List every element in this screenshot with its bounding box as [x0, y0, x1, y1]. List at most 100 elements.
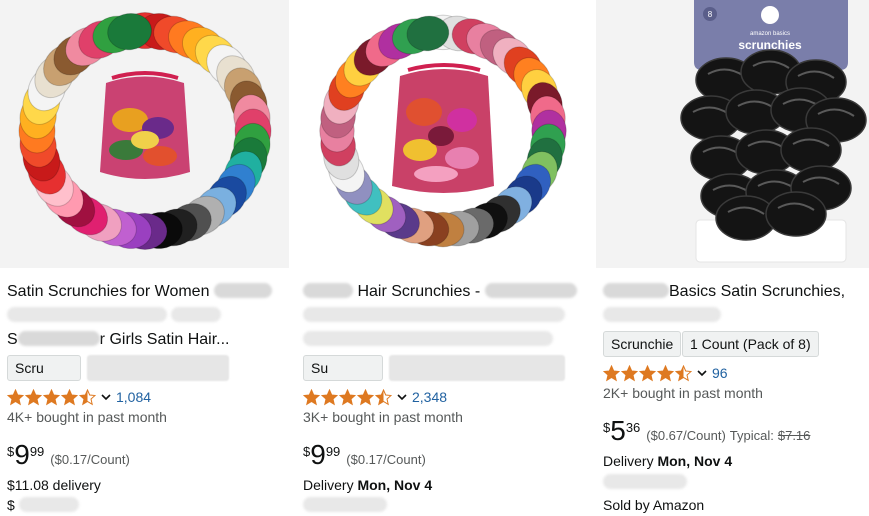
rating-row[interactable]: 96: [603, 363, 728, 383]
chevron-down-icon[interactable]: [696, 367, 708, 379]
review-count-link[interactable]: 1,084: [116, 389, 151, 405]
rating-row[interactable]: 2,348: [303, 387, 447, 407]
sold-by: Sold by Amazon: [603, 497, 705, 513]
chevron-down-icon[interactable]: [396, 391, 408, 403]
package-brand: amazon basics: [750, 31, 790, 37]
delivery-label: Delivery: [603, 453, 654, 469]
product-card-1[interactable]: Satin Scrunchies for Women Sr Girls Sati…: [0, 0, 289, 516]
product-grid: Satin Scrunchies for Women Sr Girls Sati…: [0, 0, 869, 516]
product-title-line-3[interactable]: [303, 328, 553, 352]
price-fraction: 99: [325, 444, 341, 459]
title-line-1[interactable]: Hair Scrunchies -: [357, 283, 480, 300]
star-icon: [43, 388, 60, 405]
star-icon: [657, 364, 674, 381]
organza-bag: [100, 71, 190, 179]
price-whole: 5: [610, 415, 626, 446]
organza-bag: [392, 63, 494, 193]
product-image[interactable]: [296, 0, 588, 268]
delivery-info: Delivery Mon, Nov 4: [303, 477, 432, 493]
star-rating[interactable]: [303, 388, 393, 406]
product-title-line-2[interactable]: [303, 304, 565, 328]
delivery-date: Mon, Nov 4: [657, 453, 733, 469]
scrunchie-pack-image: 8 amazon basics scrunchies: [596, 0, 869, 268]
product-title-line-2[interactable]: [7, 304, 222, 328]
redacted-text: [303, 283, 353, 298]
product-title[interactable]: Satin Scrunchies for Women: [7, 280, 272, 304]
variant-pill[interactable]: Su: [303, 355, 383, 381]
product-card-3[interactable]: 8 amazon basics scrunchies Basics Satin …: [596, 0, 869, 516]
star-icon: [339, 388, 356, 405]
star-icon: [621, 364, 638, 381]
title-fragment[interactable]: S: [7, 331, 18, 348]
product-card-2[interactable]: Hair Scrunchies - Su 2,348 3K+ bought in…: [296, 0, 588, 516]
star-icon: [61, 388, 78, 405]
redacted-text: [17, 331, 100, 346]
variant-pill-label: 1 Count (Pack of 8): [690, 336, 811, 352]
variant-pill-label: Scru: [15, 360, 44, 376]
variant-pill-label: Su: [311, 360, 329, 376]
redacted-text: [18, 497, 79, 512]
price-whole: 9: [14, 439, 30, 470]
delivery-fee: $11.08 delivery: [7, 477, 101, 493]
star-icon: [303, 388, 320, 405]
redacted-text: [603, 283, 669, 298]
delivery-info: Delivery Mon, Nov 4: [603, 453, 732, 469]
redacted-text: [603, 474, 687, 489]
scrunchie-ring-image: [319, 14, 567, 248]
variant-pill-style[interactable]: Scrunchie: [603, 331, 682, 357]
product-title[interactable]: Basics Satin Scrunchies,: [603, 280, 845, 304]
price[interactable]: $ 5 36 ($0.67/Count) Typical: $7.16: [603, 416, 810, 446]
unit-price: ($0.17/Count): [346, 452, 426, 467]
product-title-line-3[interactable]: Sr Girls Satin Hair...: [7, 328, 229, 352]
extra-info: $: [7, 497, 79, 513]
star-icon: [321, 388, 338, 405]
price-currency: $: [303, 444, 311, 459]
title-line-1[interactable]: Basics Satin Scrunchies,: [669, 283, 845, 300]
price-fraction: 36: [625, 420, 641, 435]
star-icon: [7, 388, 24, 405]
rating-row[interactable]: 1,084: [7, 387, 151, 407]
redacted-text: [303, 497, 387, 512]
typical-label: Typical:: [729, 428, 774, 443]
redacted-pill: [87, 355, 229, 381]
star-icon: [675, 364, 692, 381]
product-title-line-2[interactable]: [603, 304, 721, 328]
star-icon: [603, 364, 620, 381]
star-icon: [25, 388, 42, 405]
star-icon: [639, 364, 656, 381]
package-count: 8: [708, 10, 713, 19]
price-whole: 9: [310, 439, 326, 470]
redacted-text: [7, 307, 167, 322]
price[interactable]: $ 9 99 ($0.17/Count): [303, 440, 426, 470]
title-fragment[interactable]: r Girls Satin Hair...: [100, 331, 230, 348]
unit-price: ($0.67/Count): [646, 428, 726, 443]
title-line-1[interactable]: Satin Scrunchies for Women: [7, 283, 209, 300]
star-icon: [357, 388, 374, 405]
redacted-text: [213, 283, 272, 298]
price-currency: $: [603, 420, 611, 435]
extra-text: $: [7, 497, 15, 513]
variant-pill-size[interactable]: 1 Count (Pack of 8): [682, 331, 819, 357]
price[interactable]: $ 9 99 ($0.17/Count): [7, 440, 130, 470]
extra-info: [603, 474, 687, 490]
delivery-date: Mon, Nov 4: [357, 477, 433, 493]
card-divider: [289, 0, 297, 516]
review-count-link[interactable]: 2,348: [412, 389, 447, 405]
product-image[interactable]: 8 amazon basics scrunchies: [596, 0, 869, 268]
review-count-link[interactable]: 96: [712, 365, 728, 381]
bought-count: 2K+ bought in past month: [603, 385, 763, 401]
scrunchie-ring-image: [18, 12, 272, 250]
bought-count: 4K+ bought in past month: [7, 409, 167, 425]
product-image[interactable]: [0, 0, 289, 268]
star-rating[interactable]: [7, 388, 97, 406]
redacted-text: [603, 307, 721, 322]
card-divider: [588, 0, 596, 516]
redacted-text: [171, 307, 222, 322]
scrunchie: [765, 191, 827, 237]
extra-info: [303, 497, 387, 513]
star-icon: [79, 388, 96, 405]
star-rating[interactable]: [603, 364, 693, 382]
product-title[interactable]: Hair Scrunchies -: [303, 280, 577, 304]
chevron-down-icon[interactable]: [100, 391, 112, 403]
variant-pill[interactable]: Scru: [7, 355, 81, 381]
